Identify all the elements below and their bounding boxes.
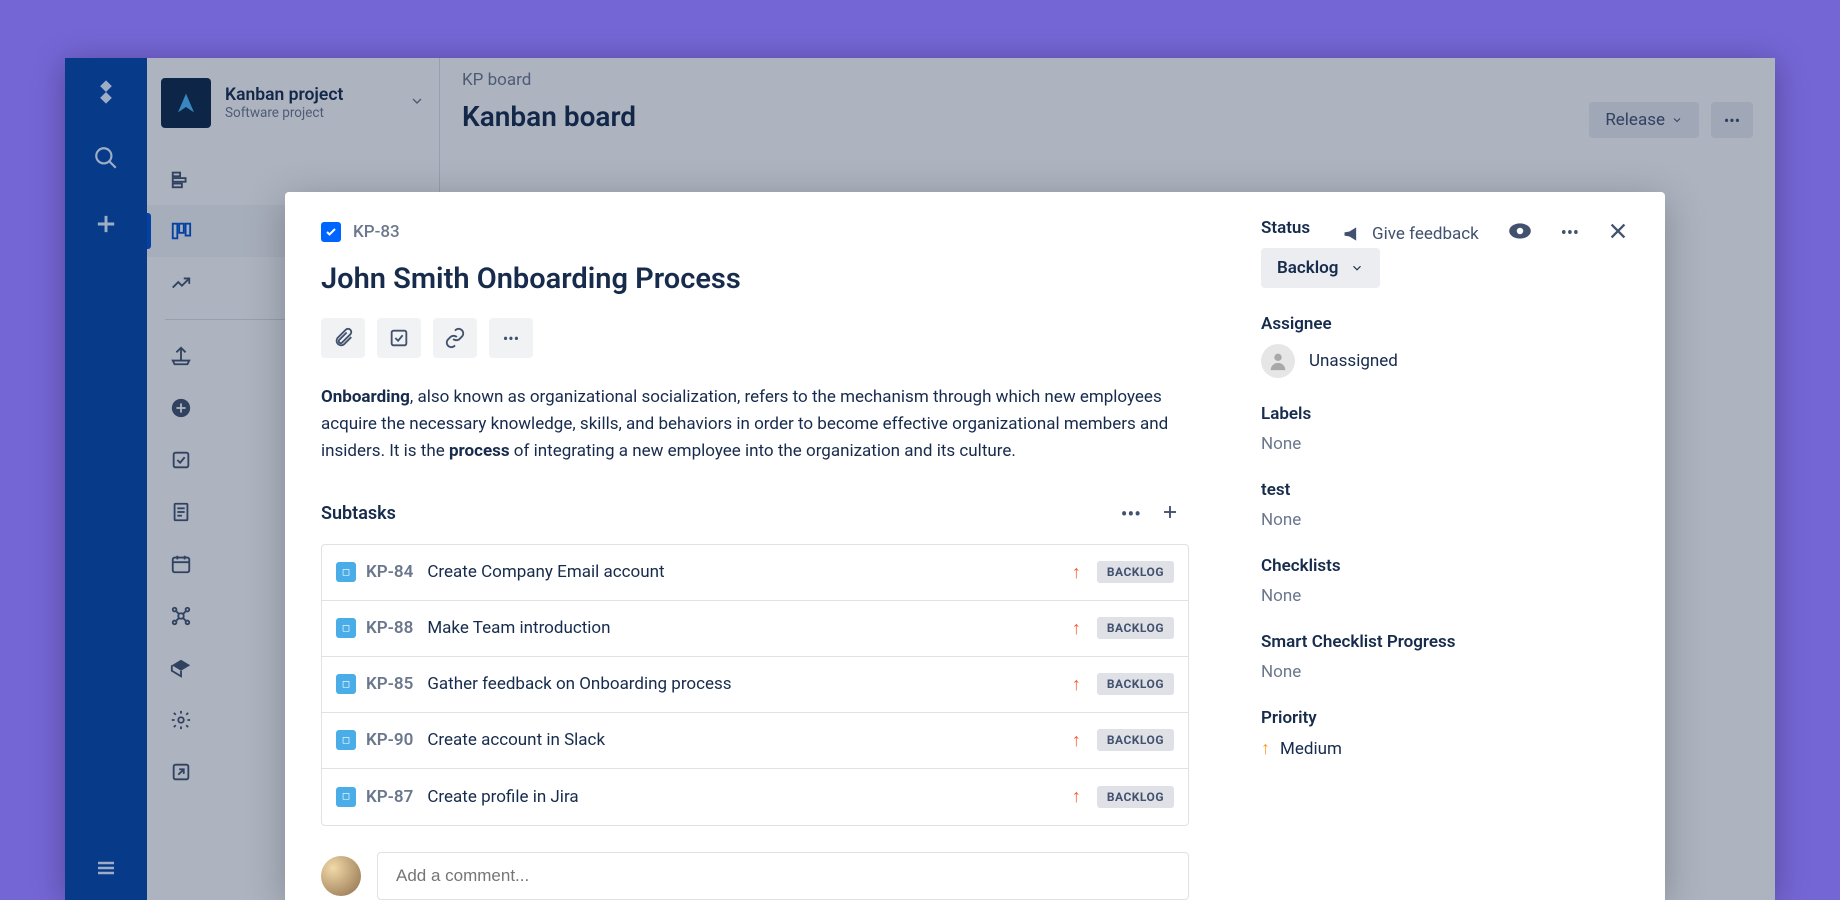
subtask-type-icon: ◻ <box>336 787 356 807</box>
issue-side-panel: Status Backlog Assignee Unassigned Label… <box>1225 192 1665 900</box>
modal-header-actions: Give feedback ••• <box>1342 218 1629 249</box>
close-icon <box>1607 220 1629 242</box>
issue-key-row[interactable]: KP-83 <box>321 222 1189 242</box>
subtask-row[interactable]: ◻ KP-87 Create profile in Jira ↑ BACKLOG <box>322 769 1188 825</box>
desc-text-2: of integrating a new employee into the o… <box>510 441 1016 461</box>
app-frame: Kanban project Software project KP board <box>65 58 1775 900</box>
status-value: Backlog <box>1277 258 1338 278</box>
test-field[interactable]: test None <box>1261 480 1629 530</box>
issue-description[interactable]: Onboarding, also known as organizational… <box>321 384 1189 466</box>
subtask-key: KP-85 <box>366 674 413 694</box>
more-icon: ••• <box>1561 223 1579 244</box>
subtask-row[interactable]: ◻ KP-85 Gather feedback on Onboarding pr… <box>322 657 1188 713</box>
subtask-type-icon: ◻ <box>336 618 356 638</box>
subtask-status: BACKLOG <box>1097 617 1174 639</box>
subtasks-header: Subtasks ••• <box>321 498 1189 530</box>
modal-more-button[interactable]: ••• <box>1561 223 1579 244</box>
toolbar-more-button[interactable]: ••• <box>489 318 533 358</box>
desc-bold-1: Onboarding <box>321 387 410 407</box>
test-label: test <box>1261 480 1629 500</box>
link-icon <box>444 327 466 349</box>
test-value: None <box>1261 510 1629 530</box>
issue-modal: Give feedback ••• KP-83 John Smith Onboa… <box>285 192 1665 900</box>
attachment-icon <box>332 327 354 349</box>
give-feedback-button[interactable]: Give feedback <box>1342 224 1479 244</box>
subtask-title: Create account in Slack <box>427 730 1071 750</box>
subtask-key: KP-84 <box>366 562 413 582</box>
progress-field[interactable]: Smart Checklist Progress None <box>1261 632 1629 682</box>
more-icon: ••• <box>503 329 519 348</box>
progress-label: Smart Checklist Progress <box>1261 632 1629 652</box>
watch-button[interactable] <box>1507 218 1533 249</box>
subtask-row[interactable]: ◻ KP-90 Create account in Slack ↑ BACKLO… <box>322 713 1188 769</box>
priority-medium-icon: ↑ <box>1261 738 1270 759</box>
subtask-title: Make Team introduction <box>427 618 1071 638</box>
subtask-type-icon: ◻ <box>336 562 356 582</box>
modal-main-content: KP-83 John Smith Onboarding Process ••• … <box>285 192 1225 900</box>
assignee-field[interactable]: Assignee Unassigned <box>1261 314 1629 378</box>
subtask-title: Create profile in Jira <box>427 787 1071 807</box>
subtask-key: KP-90 <box>366 730 413 750</box>
subtask-title: Gather feedback on Onboarding process <box>427 674 1071 694</box>
add-subtask-button[interactable] <box>1151 498 1189 530</box>
subtask-type-icon: ◻ <box>336 674 356 694</box>
issue-toolbar: ••• <box>321 318 1189 358</box>
subtask-type-icon: ◻ <box>336 730 356 750</box>
labels-field[interactable]: Labels None <box>1261 404 1629 454</box>
checklists-field[interactable]: Checklists None <box>1261 556 1629 606</box>
subtask-row[interactable]: ◻ KP-88 Make Team introduction ↑ BACKLOG <box>322 601 1188 657</box>
eye-icon <box>1507 218 1533 244</box>
priority-field[interactable]: Priority ↑ Medium <box>1261 708 1629 759</box>
subtask-status: BACKLOG <box>1097 561 1174 583</box>
priority-label: Priority <box>1261 708 1629 728</box>
subtask-key: KP-87 <box>366 787 413 807</box>
link-button[interactable] <box>433 318 477 358</box>
chevron-down-icon <box>1350 261 1364 275</box>
labels-value: None <box>1261 434 1629 454</box>
labels-label: Labels <box>1261 404 1629 424</box>
subtask-title: Create Company Email account <box>427 562 1071 582</box>
user-avatar[interactable] <box>321 856 361 896</box>
subtask-icon <box>388 327 410 349</box>
subtask-status: BACKLOG <box>1097 786 1174 808</box>
subtask-status: BACKLOG <box>1097 673 1174 695</box>
assignee-label: Assignee <box>1261 314 1629 334</box>
checklists-value: None <box>1261 586 1629 606</box>
status-selector[interactable]: Backlog <box>1261 248 1380 288</box>
comment-row <box>321 852 1189 900</box>
priority-up-icon: ↑ <box>1072 562 1081 583</box>
subtask-status: BACKLOG <box>1097 729 1174 751</box>
subtask-button[interactable] <box>377 318 421 358</box>
subtasks-more-button[interactable]: ••• <box>1111 498 1151 530</box>
subtasks-title: Subtasks <box>321 503 396 524</box>
priority-up-icon: ↑ <box>1072 674 1081 695</box>
comment-input[interactable] <box>377 852 1189 900</box>
checklists-label: Checklists <box>1261 556 1629 576</box>
subtask-row[interactable]: ◻ KP-84 Create Company Email account ↑ B… <box>322 545 1188 601</box>
priority-up-icon: ↑ <box>1072 618 1081 639</box>
give-feedback-label: Give feedback <box>1372 224 1479 244</box>
priority-up-icon: ↑ <box>1072 786 1081 807</box>
task-type-icon <box>321 222 341 242</box>
close-button[interactable] <box>1607 220 1629 247</box>
assignee-value: Unassigned <box>1309 351 1398 371</box>
priority-up-icon: ↑ <box>1072 730 1081 751</box>
more-icon: ••• <box>1121 502 1141 526</box>
subtask-key: KP-88 <box>366 618 413 638</box>
unassigned-avatar-icon <box>1261 344 1295 378</box>
desc-bold-2: process <box>449 441 510 461</box>
issue-title[interactable]: John Smith Onboarding Process <box>321 262 1189 296</box>
progress-value: None <box>1261 662 1629 682</box>
attach-button[interactable] <box>321 318 365 358</box>
plus-icon <box>1161 503 1179 521</box>
issue-key: KP-83 <box>353 222 400 242</box>
priority-value: Medium <box>1280 739 1342 759</box>
megaphone-icon <box>1342 224 1362 244</box>
subtask-list: ◻ KP-84 Create Company Email account ↑ B… <box>321 544 1189 826</box>
